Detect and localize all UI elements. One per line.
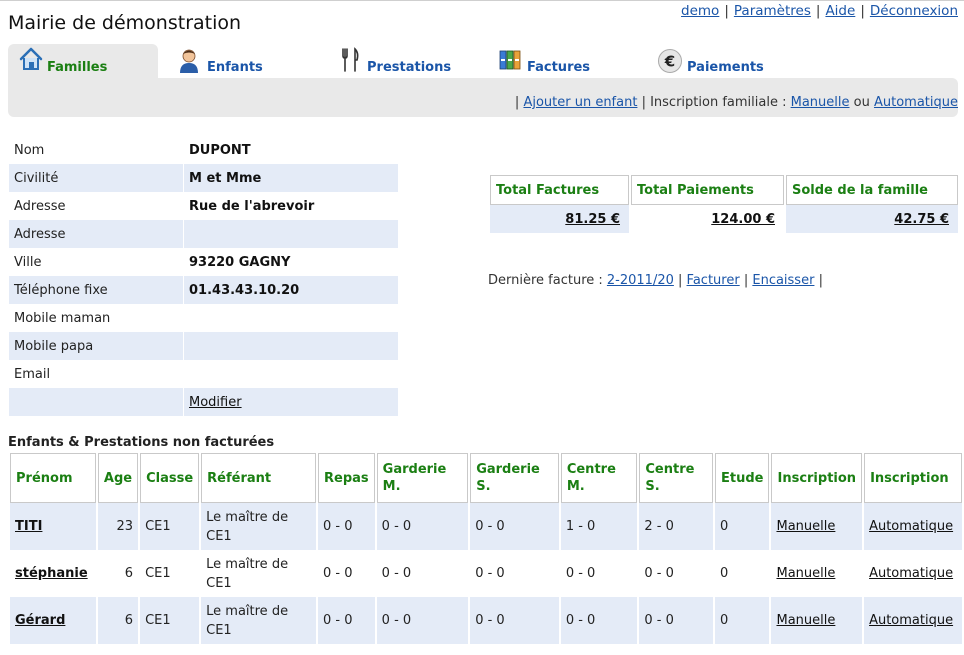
add-child-link[interactable]: Ajouter un enfant <box>523 95 637 110</box>
info-row-mobile-maman: Mobile maman <box>14 310 111 326</box>
info-row-civilite: Civilité M et Mme <box>9 164 398 192</box>
child-name-link[interactable]: TITI <box>15 519 42 534</box>
signup-manual-link[interactable]: Manuelle <box>776 613 835 628</box>
family-info-table: Nom DUPONT Civilité M et Mme Adresse Rue… <box>8 136 399 416</box>
svg-text:€: € <box>664 53 675 71</box>
fork-knife-icon <box>342 47 359 72</box>
info-row-ville: Ville 93220 GAGNY <box>14 254 291 270</box>
logout-link[interactable]: Déconnexion <box>870 3 958 19</box>
total-invoices-value[interactable]: 81.25 € <box>565 212 620 227</box>
children-table-header: Prénom Age Classe Référant Repas Garderi… <box>10 453 962 503</box>
signup-auto-link[interactable]: Automatique <box>869 613 953 628</box>
total-invoices-header: Total Factures <box>490 175 629 205</box>
app-title: Mairie de démonstration <box>8 12 242 34</box>
info-row-adresse-2: Adresse <box>9 220 398 248</box>
tab-label: Familles <box>47 60 108 75</box>
sub-toolbar: | Ajouter un enfant | Inscription famili… <box>8 78 958 117</box>
tab-label: Prestations <box>367 60 452 75</box>
house-icon <box>19 47 43 70</box>
tab-label: Enfants <box>207 60 263 75</box>
binders-icon <box>499 50 521 70</box>
family-signup-manual-link[interactable]: Manuelle <box>791 95 850 110</box>
total-payments-cell: 124.00 € <box>631 205 784 233</box>
euro-icon: € <box>658 49 682 73</box>
tab-label: Paiements <box>687 60 764 75</box>
signup-auto-link[interactable]: Automatique <box>869 519 953 534</box>
last-invoice-line: Dernière facture : 2-2011/20 | Facturer … <box>488 273 823 288</box>
tab-familles[interactable]: Familles <box>8 44 158 78</box>
totals-table: Total Factures Total Paiements Solde de … <box>488 175 960 233</box>
info-row-email: Email <box>14 366 51 382</box>
user-link[interactable]: demo <box>681 3 719 19</box>
child-name-link[interactable]: Gérard <box>15 613 65 628</box>
total-payments-value[interactable]: 124.00 € <box>711 212 775 227</box>
collect-link[interactable]: Encaisser <box>752 273 814 288</box>
family-balance-header: Solde de la famille <box>786 175 958 205</box>
modify-family-link[interactable]: Modifier <box>189 395 242 410</box>
family-balance-value[interactable]: 42.75 € <box>894 212 949 227</box>
child-name-link[interactable]: stéphanie <box>15 566 88 581</box>
children-section-title: Enfants & Prestations non facturées <box>8 435 275 450</box>
children-table: Prénom Age Classe Référant Repas Garderi… <box>8 453 964 644</box>
tab-paiements[interactable]: € Paiements <box>650 44 800 78</box>
signup-auto-link[interactable]: Automatique <box>869 566 953 581</box>
top-links: demo | Paramètres | Aide | Déconnexion <box>681 3 958 19</box>
info-row-actions: Modifier <box>9 388 398 416</box>
info-row-adresse: Adresse Rue de l'abrevoir <box>14 198 315 214</box>
total-payments-header: Total Paiements <box>631 175 784 205</box>
family-signup-auto-link[interactable]: Automatique <box>874 95 958 110</box>
family-balance-cell: 42.75 € <box>786 205 958 233</box>
signup-manual-link[interactable]: Manuelle <box>776 566 835 581</box>
tab-factures[interactable]: Factures <box>490 44 630 78</box>
top-border <box>0 0 964 1</box>
settings-link[interactable]: Paramètres <box>734 3 811 19</box>
table-row: stéphanie 6 CE1 Le maître de CE1 0 - 0 0… <box>15 556 954 591</box>
info-row-mobile-papa: Mobile papa <box>9 332 398 360</box>
child-icon <box>180 49 198 73</box>
tab-label: Factures <box>527 60 591 75</box>
bill-link[interactable]: Facturer <box>687 273 740 288</box>
help-link[interactable]: Aide <box>825 3 855 19</box>
tab-prestations[interactable]: Prestations <box>330 44 480 78</box>
signup-manual-link[interactable]: Manuelle <box>776 519 835 534</box>
table-row: Gérard 6 CE1 Le maître de CE1 0 - 0 0 - … <box>10 597 962 644</box>
last-invoice-link[interactable]: 2-2011/20 <box>607 273 674 288</box>
info-row-telephone: Téléphone fixe 01.43.43.10.20 <box>9 276 398 304</box>
table-row: TITI 23 CE1 Le maître de CE1 0 - 0 0 - 0… <box>10 503 962 550</box>
total-invoices-cell: 81.25 € <box>490 205 629 233</box>
tab-enfants[interactable]: Enfants <box>170 44 300 78</box>
info-row-nom: Nom DUPONT <box>14 142 251 158</box>
main-tabs: Familles Enfants Prestations Factures € <box>0 44 964 79</box>
